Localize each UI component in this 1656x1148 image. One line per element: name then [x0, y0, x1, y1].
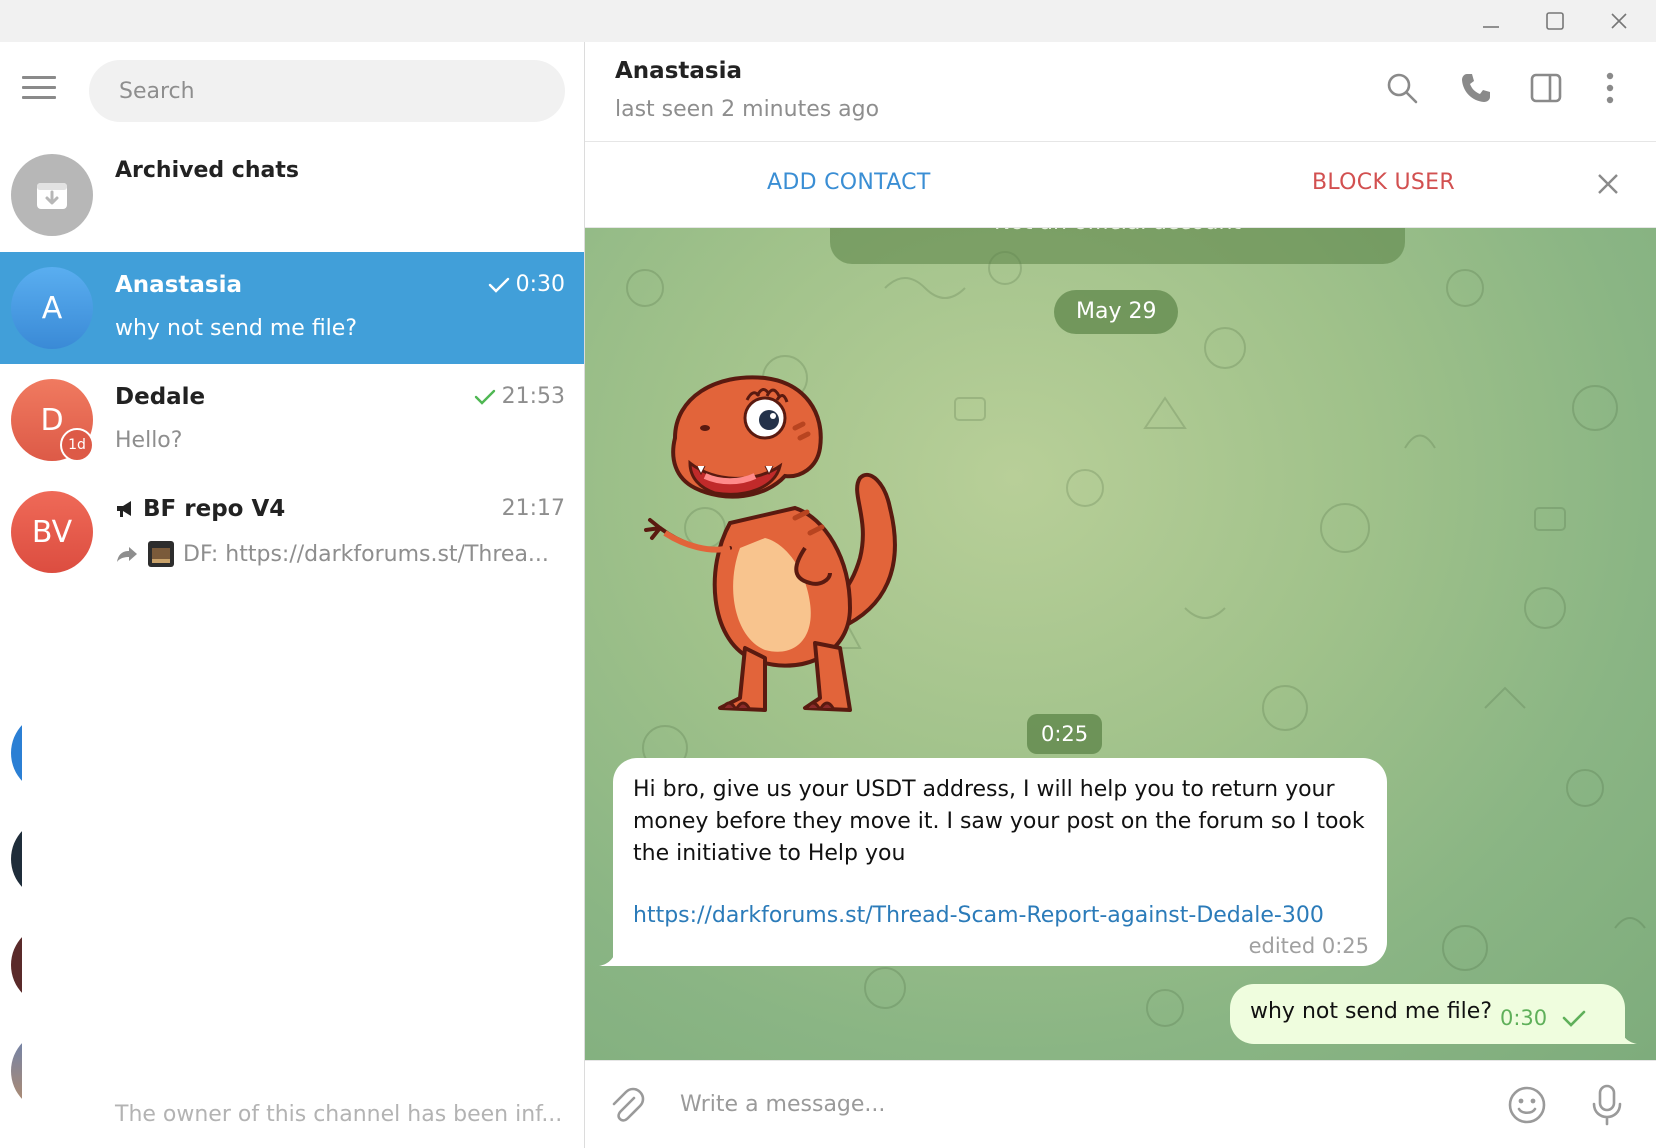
sidebar-toggle-icon[interactable]: [1526, 68, 1566, 108]
unofficial-account-notice: Not an official account: [830, 228, 1405, 264]
search-input[interactable]: [89, 60, 565, 122]
message-text: Hi bro, give us your USDT address, I wil…: [633, 777, 1365, 866]
peer-status: last seen 2 minutes ago: [615, 97, 880, 122]
avatar: BV: [11, 491, 93, 573]
close-icon[interactable]: [1604, 8, 1634, 34]
search-box[interactable]: [89, 60, 565, 122]
bubble-tail: [599, 946, 623, 966]
thumbnail-icon: [148, 541, 174, 567]
title-bar: [0, 0, 1656, 42]
chat-preview: Hello?: [115, 428, 183, 453]
chat-time: 21:17: [501, 496, 565, 521]
add-contact-button[interactable]: ADD CONTACT: [767, 170, 931, 195]
emoji-icon[interactable]: [1505, 1083, 1549, 1127]
maximize-icon[interactable]: [1540, 8, 1570, 34]
incoming-message[interactable]: Hi bro, give us your USDT address, I wil…: [613, 758, 1387, 966]
chat-list-sidebar: Archived chats A Anastasia 0:30 why not …: [0, 42, 585, 1148]
attach-icon[interactable]: [605, 1083, 649, 1127]
chat-time: 21:53: [501, 384, 565, 409]
bubble-tail: [1615, 1024, 1637, 1044]
check-icon: [488, 277, 509, 293]
menu-icon[interactable]: [22, 76, 56, 100]
check-icon: [1562, 1010, 1586, 1027]
archived-chats-row[interactable]: Archived chats: [0, 144, 584, 254]
timer-badge: 1d: [60, 428, 94, 462]
chat-name: Dedale: [115, 384, 206, 410]
message-time: 0:30: [1500, 1006, 1548, 1030]
chat-header: Anastasia last seen 2 minutes ago: [585, 42, 1656, 142]
dinosaur-sticker[interactable]: [635, 358, 945, 728]
chat-row-bf-repo[interactable]: BV BF repo V4 21:17 DF: https://darkforu…: [0, 476, 584, 588]
message-input[interactable]: [680, 1079, 1480, 1129]
chat-row-dedale[interactable]: D 1d Dedale 21:53 Hello?: [0, 364, 584, 476]
block-user-button[interactable]: BLOCK USER: [1312, 170, 1455, 195]
message-meta: edited 0:25: [1248, 934, 1369, 958]
more-options-icon[interactable]: [1590, 68, 1630, 108]
outgoing-message[interactable]: why not send me file? 0:30: [1230, 984, 1625, 1044]
microphone-icon[interactable]: [1585, 1083, 1629, 1127]
chat-preview: why not send me file?: [115, 316, 358, 341]
telegram-window: Archived chats A Anastasia 0:30 why not …: [0, 0, 1656, 1148]
message-composer: [585, 1060, 1656, 1148]
message-text: why not send me file?: [1250, 999, 1493, 1024]
forward-icon: [117, 547, 137, 562]
date-separator: May 29: [1054, 290, 1179, 334]
close-icon[interactable]: [1590, 166, 1626, 202]
sticker-time: 0:25: [1027, 714, 1103, 754]
chat-name: Anastasia: [115, 272, 242, 298]
chat-preview: The owner of this channel has been inf..…: [115, 1102, 563, 1127]
avatar-initials: D: [40, 402, 64, 438]
megaphone-icon: [117, 501, 131, 517]
search-icon[interactable]: [1382, 68, 1422, 108]
minimize-icon[interactable]: [1476, 8, 1506, 34]
peer-name[interactable]: Anastasia: [615, 58, 742, 84]
chat-row-anastasia[interactable]: A Anastasia 0:30 why not send me file?: [0, 252, 584, 364]
check-icon: [474, 389, 495, 405]
message-list[interactable]: Not an official account May 29: [585, 228, 1656, 1060]
archive-icon: [11, 154, 93, 236]
message-link[interactable]: https://darkforums.st/Thread-Scam-Report…: [633, 900, 1367, 932]
chat-time: 0:30: [515, 272, 565, 297]
chat-name: BF repo V4: [143, 496, 286, 522]
phone-icon[interactable]: [1456, 68, 1496, 108]
chat-preview: DF: https://darkforums.st/Threa...: [183, 541, 549, 567]
archived-chats-title: Archived chats: [115, 158, 299, 178]
avatar: A: [11, 267, 93, 349]
chat-list-empty-area: [22, 622, 584, 1148]
contact-action-bar: ADD CONTACT BLOCK USER: [585, 142, 1656, 228]
